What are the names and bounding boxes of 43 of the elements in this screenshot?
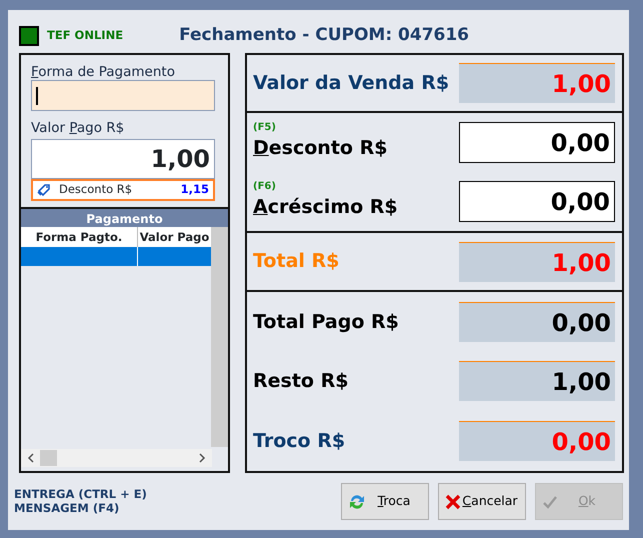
close-icon <box>445 494 461 510</box>
field-label: Forma de Pagamento <box>31 64 176 80</box>
discount-label: Desconto R$ <box>59 181 132 198</box>
column-header: Valor Pago <box>138 227 212 247</box>
status-label: TEF ONLINE <box>47 27 124 44</box>
input-field[interactable]: 0,00 <box>459 181 615 222</box>
cancel-button[interactable]: Cancelar <box>438 483 526 520</box>
input-field[interactable]: 1,00 <box>31 139 215 179</box>
exchange-button[interactable]: Troca <box>341 483 429 520</box>
input-field[interactable] <box>31 80 215 111</box>
shortcut-hint: MENSAGEM (F4) <box>14 501 120 515</box>
value-display: 0,00 <box>459 302 615 342</box>
grid-title: Pagamento <box>21 207 228 227</box>
field-label: Valor da Venda R$ <box>253 70 450 96</box>
value-display: 1,00 <box>459 63 615 103</box>
field-label: Resto R$ <box>253 369 348 394</box>
scroll-right-icon[interactable] <box>198 453 206 463</box>
vertical-scrollbar[interactable] <box>211 227 228 447</box>
field-label: Total R$ <box>253 249 340 274</box>
window-title: Fechamento - CUPOM: 047616 <box>179 24 470 48</box>
table-cell[interactable] <box>138 247 212 266</box>
hotkey-hint: (F6) <box>253 181 277 194</box>
value-display: 1,00 <box>459 242 615 282</box>
hotkey-hint: (F5) <box>253 122 277 134</box>
field-label: Desconto R$ <box>253 136 388 162</box>
field-label: Total Pago R$ <box>253 310 399 335</box>
column-header: Forma Pagto. <box>21 227 138 247</box>
value-display: 1,00 <box>459 361 615 402</box>
discount-value: 1,15 <box>180 181 209 198</box>
tag-icon <box>37 183 51 197</box>
scroll-thumb[interactable] <box>40 450 57 466</box>
check-icon <box>542 494 558 510</box>
field-label: Acréscimo R$ <box>253 195 398 220</box>
refresh-icon <box>348 492 366 510</box>
scroll-left-icon[interactable] <box>27 453 35 463</box>
table-cell[interactable] <box>21 247 138 266</box>
field-label: Troco R$ <box>253 428 346 454</box>
value-display: 0,00 <box>459 421 615 462</box>
horizontal-scrollbar[interactable] <box>21 449 212 467</box>
text-cursor <box>36 87 38 105</box>
field-label: Valor Pago R$ <box>31 120 126 136</box>
input-field[interactable]: 0,00 <box>459 122 615 163</box>
shortcut-hint: ENTREGA (CTRL + E) <box>14 487 147 501</box>
